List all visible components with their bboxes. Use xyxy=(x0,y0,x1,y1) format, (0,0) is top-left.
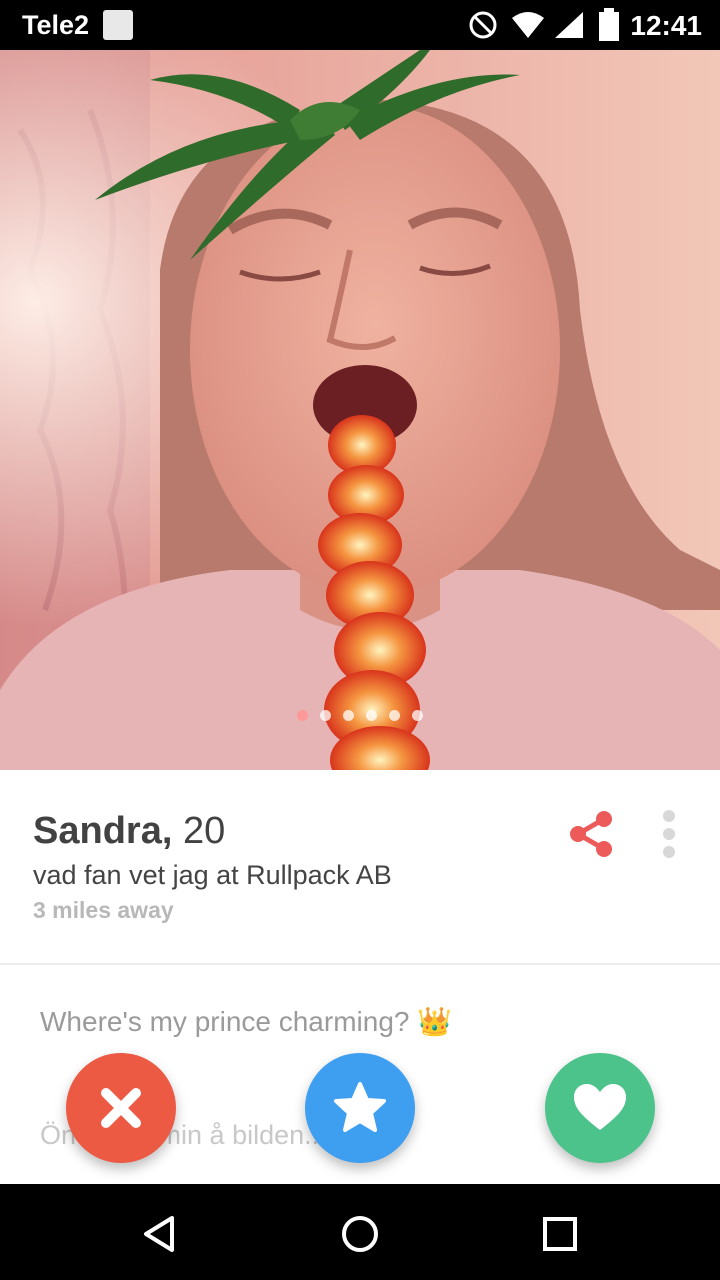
status-bar: Tele2 12:41 xyxy=(0,0,720,50)
share-icon[interactable] xyxy=(566,808,618,860)
super-like-button[interactable] xyxy=(305,1053,415,1163)
clock: 12:41 xyxy=(630,10,702,41)
page-dot[interactable] xyxy=(389,710,400,721)
profile-photo[interactable] xyxy=(0,50,720,770)
back-icon[interactable] xyxy=(138,1212,182,1256)
page-dot[interactable] xyxy=(412,710,423,721)
close-icon xyxy=(101,1088,141,1128)
recents-icon[interactable] xyxy=(538,1212,582,1256)
wifi-icon xyxy=(512,12,544,38)
photo-page-indicator xyxy=(0,710,720,721)
profile-name: Sandra, xyxy=(33,810,173,852)
heart-icon xyxy=(574,1084,626,1130)
sim-card-icon xyxy=(103,10,133,40)
bio-line: Where's my prince charming? 👑 xyxy=(40,1006,453,1037)
android-nav-bar xyxy=(0,1184,720,1280)
profile-photo-image xyxy=(0,50,720,770)
like-button[interactable] xyxy=(545,1053,655,1163)
signal-icon xyxy=(555,12,583,38)
page-dot[interactable] xyxy=(320,710,331,721)
carrier-name: Tele2 xyxy=(22,10,90,40)
more-options-icon[interactable] xyxy=(654,808,684,860)
name-age: Sandra, 20 xyxy=(33,810,225,853)
do-not-disturb-icon xyxy=(469,11,497,39)
profile-job: vad fan vet jag at Rullpack AB xyxy=(33,860,392,890)
battery-icon xyxy=(599,8,619,41)
page-dot[interactable] xyxy=(366,710,377,721)
page-dot[interactable] xyxy=(343,710,354,721)
profile-age: 20 xyxy=(182,810,226,852)
profile-info: Sandra, 20 vad fan vet jag at Rullpack A… xyxy=(0,770,720,965)
profile-distance: 3 miles away xyxy=(33,897,174,923)
star-icon xyxy=(334,1082,386,1132)
page-dot[interactable] xyxy=(297,710,308,721)
nope-button[interactable] xyxy=(66,1053,176,1163)
home-icon[interactable] xyxy=(338,1212,382,1256)
